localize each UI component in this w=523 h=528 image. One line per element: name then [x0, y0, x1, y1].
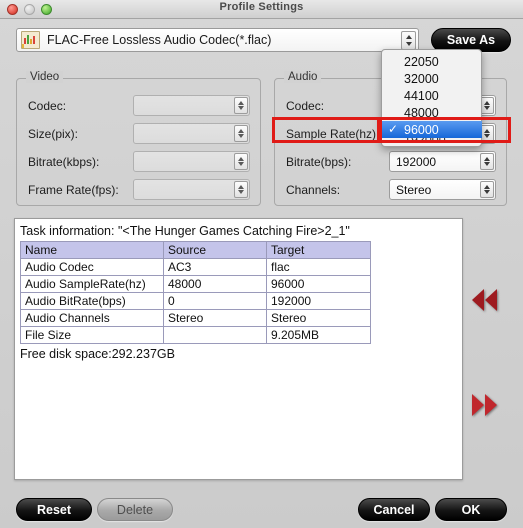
cell-target: 9.205MB	[266, 326, 371, 344]
audio-bitrate-value: 192000	[396, 154, 437, 169]
audio-channels-label: Channels:	[286, 182, 341, 197]
cell-target: 96000	[266, 275, 371, 293]
cell-name: Audio BitRate(bps)	[20, 292, 164, 310]
cell-target: 192000	[266, 292, 371, 310]
task-information-table: Name Source Target Audio Codec AC3 flac …	[20, 241, 371, 344]
video-codec-stepper-icon[interactable]	[234, 97, 248, 114]
sample-rate-option-clipped[interactable]: 192000	[382, 138, 481, 143]
video-group-legend: Video	[26, 71, 64, 83]
video-bitrate-label: Bitrate(kbps):	[28, 154, 100, 169]
video-codec-input[interactable]	[133, 95, 250, 116]
video-bitrate-row: Bitrate(kbps):	[28, 151, 250, 172]
audio-bitrate-stepper-icon[interactable]	[480, 153, 494, 170]
delete-button[interactable]: Delete	[97, 498, 173, 521]
cell-source: Stereo	[163, 309, 267, 327]
video-settings-group: Video Codec: Size(pix): Bitrate(kbps): F…	[16, 71, 261, 206]
sample-rate-option-22050[interactable]: 22050	[382, 53, 481, 70]
window-titlebar: Profile Settings	[0, 0, 523, 19]
column-header-target: Target	[266, 241, 371, 259]
table-row: Audio SampleRate(hz) 48000 96000	[20, 275, 371, 293]
audio-codec-label: Codec:	[286, 98, 325, 113]
rewind-double-left-icon	[472, 289, 497, 311]
cell-source: 0	[163, 292, 267, 310]
table-row: Audio Channels Stereo Stereo	[20, 309, 371, 327]
cell-source	[163, 326, 267, 344]
task-information-panel: Task information: "<The Hunger Games Cat…	[14, 218, 463, 480]
audio-channels-input[interactable]: Stereo	[389, 179, 496, 200]
sample-rate-option-32000[interactable]: 32000	[382, 70, 481, 87]
profile-stepper-icon[interactable]	[401, 31, 416, 50]
forward-double-right-icon	[472, 394, 497, 416]
sample-rate-option-44100[interactable]: 44100	[382, 87, 481, 104]
video-size-input[interactable]	[133, 123, 250, 144]
video-framerate-input[interactable]	[133, 179, 250, 200]
cell-source: AC3	[163, 258, 267, 276]
video-size-row: Size(pix):	[28, 123, 250, 144]
profile-settings-window: Profile Settings FLAC-Free Lossless Audi…	[0, 0, 523, 528]
cell-name: Audio Codec	[20, 258, 164, 276]
profile-combobox[interactable]: FLAC-Free Lossless Audio Codec(*.flac)	[16, 28, 419, 52]
cell-name: Audio Channels	[20, 309, 164, 327]
ok-button[interactable]: OK	[435, 498, 507, 521]
audio-samplerate-stepper-icon[interactable]	[480, 125, 494, 142]
audio-bitrate-input[interactable]: 192000	[389, 151, 496, 172]
audio-channels-row: Channels: Stereo	[286, 179, 496, 200]
audio-bitrate-row: Bitrate(bps): 192000	[286, 151, 496, 172]
video-size-stepper-icon[interactable]	[234, 125, 248, 142]
video-codec-row: Codec:	[28, 95, 250, 116]
video-codec-label: Codec:	[28, 98, 67, 113]
sample-rate-dropdown-menu[interactable]: 22050 32000 44100 48000 ✓ 96000 192000	[381, 49, 482, 147]
audio-bitrate-label: Bitrate(bps):	[286, 154, 352, 169]
next-task-button[interactable]	[472, 394, 497, 416]
table-row: Audio BitRate(bps) 0 192000	[20, 292, 371, 310]
cell-target: Stereo	[266, 309, 371, 327]
reset-button[interactable]: Reset	[16, 498, 92, 521]
table-row: Audio Codec AC3 flac	[20, 258, 371, 276]
checkmark-icon: ✓	[388, 122, 399, 136]
cell-source: 48000	[163, 275, 267, 293]
audio-codec-stepper-icon[interactable]	[480, 97, 494, 114]
audio-channels-stepper-icon[interactable]	[480, 181, 494, 198]
previous-task-button[interactable]	[472, 289, 497, 311]
free-disk-space-label: Free disk space:292.237GB	[20, 347, 175, 361]
column-header-source: Source	[163, 241, 267, 259]
video-framerate-label: Frame Rate(fps):	[28, 182, 119, 197]
profile-selected-label: FLAC-Free Lossless Audio Codec(*.flac)	[47, 33, 272, 47]
video-framerate-stepper-icon[interactable]	[234, 181, 248, 198]
flac-equalizer-icon	[21, 31, 40, 49]
audio-group-legend: Audio	[284, 71, 322, 83]
audio-samplerate-label: Sample Rate(hz):	[286, 126, 380, 141]
sample-rate-option-96000-label: 96000	[404, 122, 439, 137]
cell-target: flac	[266, 258, 371, 276]
column-header-name: Name	[20, 241, 164, 259]
table-row: File Size 9.205MB	[20, 326, 371, 344]
table-header-row: Name Source Target	[20, 241, 371, 259]
video-bitrate-stepper-icon[interactable]	[234, 153, 248, 170]
video-bitrate-input[interactable]	[133, 151, 250, 172]
window-title: Profile Settings	[219, 1, 304, 13]
cell-name: Audio SampleRate(hz)	[20, 275, 164, 293]
task-information-title: Task information: "<The Hunger Games Cat…	[20, 224, 350, 238]
audio-channels-value: Stereo	[396, 182, 432, 197]
video-size-label: Size(pix):	[28, 126, 79, 141]
sample-rate-option-96000[interactable]: ✓ 96000	[381, 121, 482, 138]
sample-rate-option-48000[interactable]: 48000	[382, 104, 481, 121]
cancel-button[interactable]: Cancel	[358, 498, 430, 521]
video-framerate-row: Frame Rate(fps):	[28, 179, 250, 200]
cell-name: File Size	[20, 326, 164, 344]
